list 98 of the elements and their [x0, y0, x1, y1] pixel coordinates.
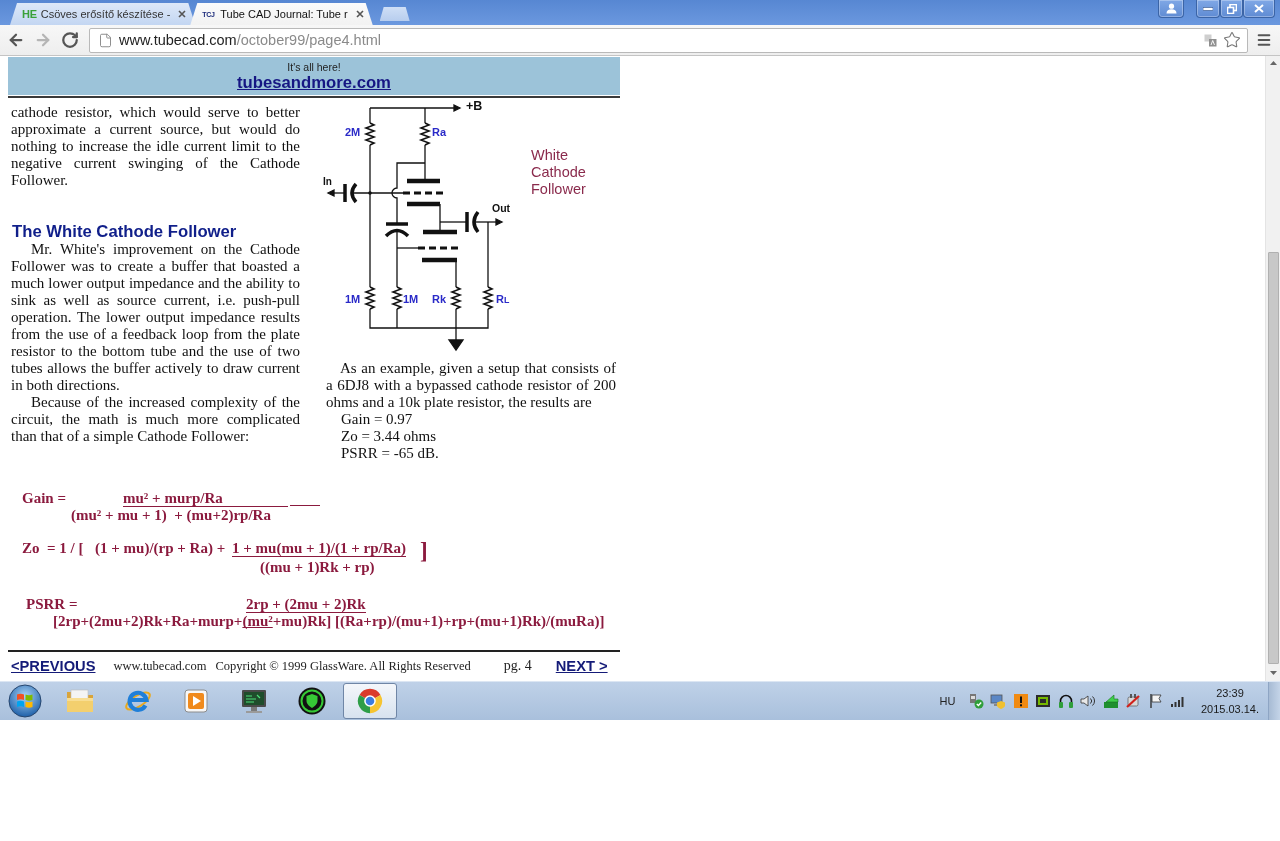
resistor-symbol: [363, 286, 377, 310]
result-line: Zo = 3.44 ohms: [341, 428, 437, 445]
upload-arrow-icon[interactable]: [1102, 693, 1119, 709]
folder-icon: [65, 688, 95, 714]
start-button[interactable]: [8, 684, 42, 718]
component-label: 1M: [403, 294, 419, 305]
minimize-button[interactable]: [1196, 0, 1220, 18]
component-label: 2M: [345, 127, 361, 138]
monitor-icon: [239, 687, 269, 715]
scrollbar[interactable]: [1265, 56, 1280, 681]
close-icon: [1254, 4, 1264, 13]
star-icon[interactable]: [1223, 31, 1241, 49]
ground-symbol: [447, 327, 465, 352]
capacitor-symbol: [343, 182, 358, 204]
result-line: PSRR = -65 dB.: [341, 445, 439, 462]
reload-icon: [61, 31, 79, 49]
page-icon: [98, 32, 113, 48]
close-icon[interactable]: [178, 10, 187, 18]
formula-denominator: (mu² + mu + 1) + (mu+2)rp/Ra: [71, 507, 271, 524]
formula-denominator: ((mu + 1)Rk + rp): [260, 559, 375, 576]
play-icon: [182, 687, 210, 715]
paragraph: Because of the increased complexity of the circuit, the math is much more complicated than that of a simple Cathode Follower:: [11, 394, 300, 445]
profile-button[interactable]: [1158, 0, 1184, 18]
scrollbar-thumb[interactable]: [1267, 252, 1279, 664]
site-address-text: www.tubecad.com: [113, 658, 207, 674]
banner-link[interactable]: tubesandmore.com: [237, 72, 391, 92]
next-link[interactable]: NEXT >: [555, 658, 608, 674]
chip-icon[interactable]: [1035, 693, 1051, 709]
reload-button[interactable]: [61, 31, 79, 49]
close-button[interactable]: [1243, 0, 1275, 18]
component-label: Rk: [432, 294, 447, 305]
triode-symbol: [418, 229, 460, 263]
headset-icon[interactable]: [1057, 693, 1074, 709]
taskbar-app-button[interactable]: [297, 686, 327, 716]
shield-icon: [297, 686, 327, 716]
input-wire: [326, 188, 346, 198]
speaker-icon[interactable]: [1080, 693, 1096, 709]
component-label: +B: [466, 100, 483, 113]
user-icon: [1165, 3, 1177, 14]
resistor-symbol: [418, 122, 432, 146]
scroll-up-icon[interactable]: [1269, 61, 1277, 65]
menu-button[interactable]: [1256, 32, 1272, 48]
previous-link[interactable]: <PREVIOUS: [11, 658, 96, 674]
language-indicator[interactable]: HU: [939, 695, 956, 707]
component-label: 1M: [345, 294, 361, 305]
warning-icon[interactable]: [1012, 693, 1029, 709]
scroll-down-icon[interactable]: [1269, 671, 1277, 675]
start-orb-icon: [8, 684, 42, 718]
formula-label: Zo = 1 / [: [22, 540, 85, 557]
capacitor-symbol: [465, 211, 480, 233]
minimize-icon: [1203, 6, 1213, 11]
formula-numerator: 2rp + (2mu + 2)Rk: [246, 597, 366, 613]
computer-icon[interactable]: [990, 693, 1006, 709]
usb-check-icon[interactable]: [967, 693, 984, 709]
wire: [455, 259, 457, 288]
capacitor-symbol: [384, 222, 410, 238]
result-line: Gain = 0.97: [341, 411, 413, 428]
resistor-symbol: [481, 286, 495, 310]
resistor-symbol: [449, 286, 463, 310]
resistor-symbol: [363, 122, 377, 146]
back-button[interactable]: [7, 31, 25, 49]
clock[interactable]: 23:39 2015.03.14.: [1200, 685, 1260, 717]
output-wire: [474, 217, 504, 227]
favicon: HE: [22, 8, 37, 20]
formula-label: PSRR =: [26, 596, 79, 613]
component-label: In: [323, 177, 332, 187]
section-heading: The White Cathode Follower: [12, 222, 238, 241]
wire: [369, 107, 371, 124]
formula-numerator: 1 + mu(mu + 1)/(1 + rp/Ra): [232, 541, 406, 557]
paragraph: As an example, given a setup that consists of a 6DJ8 with a bypassed cathode resistor of 200 ohms and a 10k plate resistor, the results are: [326, 360, 616, 411]
tricolor-circle-icon: [356, 687, 384, 715]
formula-denominator: [2rp+(2mu+2)Rk+Ra+murp+(mu²+mu)Rk] [(Ra+rp)/(mu+1)+rp+(mu+1)Rk)/(muRa)]: [53, 613, 605, 630]
plug-icon[interactable]: [1125, 693, 1141, 709]
banner-tagline: It's all here!: [287, 60, 341, 73]
formula-term: (1 + mu)/(rp + Ra) +: [95, 540, 227, 557]
translate-icon[interactable]: [1204, 33, 1217, 47]
restore-button[interactable]: [1220, 0, 1243, 18]
formula-label: Gain =: [22, 490, 67, 507]
address-bar[interactable]: www.tubecad.com/october99/page4.html: [89, 27, 1248, 53]
component-label: Ra: [432, 127, 447, 138]
triode-symbol: [403, 178, 445, 207]
junction-dot: [368, 191, 372, 195]
restore-icon: [1226, 3, 1237, 14]
copyright-text: Copyright © 1999 GlassWare. All Rights Reserved: [215, 658, 471, 674]
resistor-symbol: [390, 286, 404, 310]
paragraph: Mr. White's improvement on the Cathode Follower was to create a buffer that boasted a much lower output impedance and the ability to sink as well as source current, i.e. push-pull operation. The lower output impedance results from the use of a feedback loop from the plate resistor to the bottom tube and the use of two tubes allows the buffer actively to draw current in both directions.: [11, 241, 300, 394]
wire: [424, 107, 426, 124]
wire: [487, 221, 489, 288]
figure-caption: White Cathode Follower: [531, 147, 587, 198]
menu-icon: [1256, 32, 1272, 48]
page-number: pg. 4: [503, 658, 532, 674]
component-label: Out: [492, 203, 511, 214]
paragraph: cathode resistor, which would serve to better approximate a current source, but would do nothing to increase the idle current limit to the negative current swinging of the Cathode Follower.: [11, 104, 300, 189]
arrow-right-icon: [34, 31, 52, 49]
close-icon[interactable]: [355, 10, 364, 18]
flag-icon[interactable]: [1147, 693, 1164, 709]
formula-numerator: mu² + murp/Ra: [123, 491, 288, 507]
taskbar-app-button[interactable]: [239, 687, 269, 715]
